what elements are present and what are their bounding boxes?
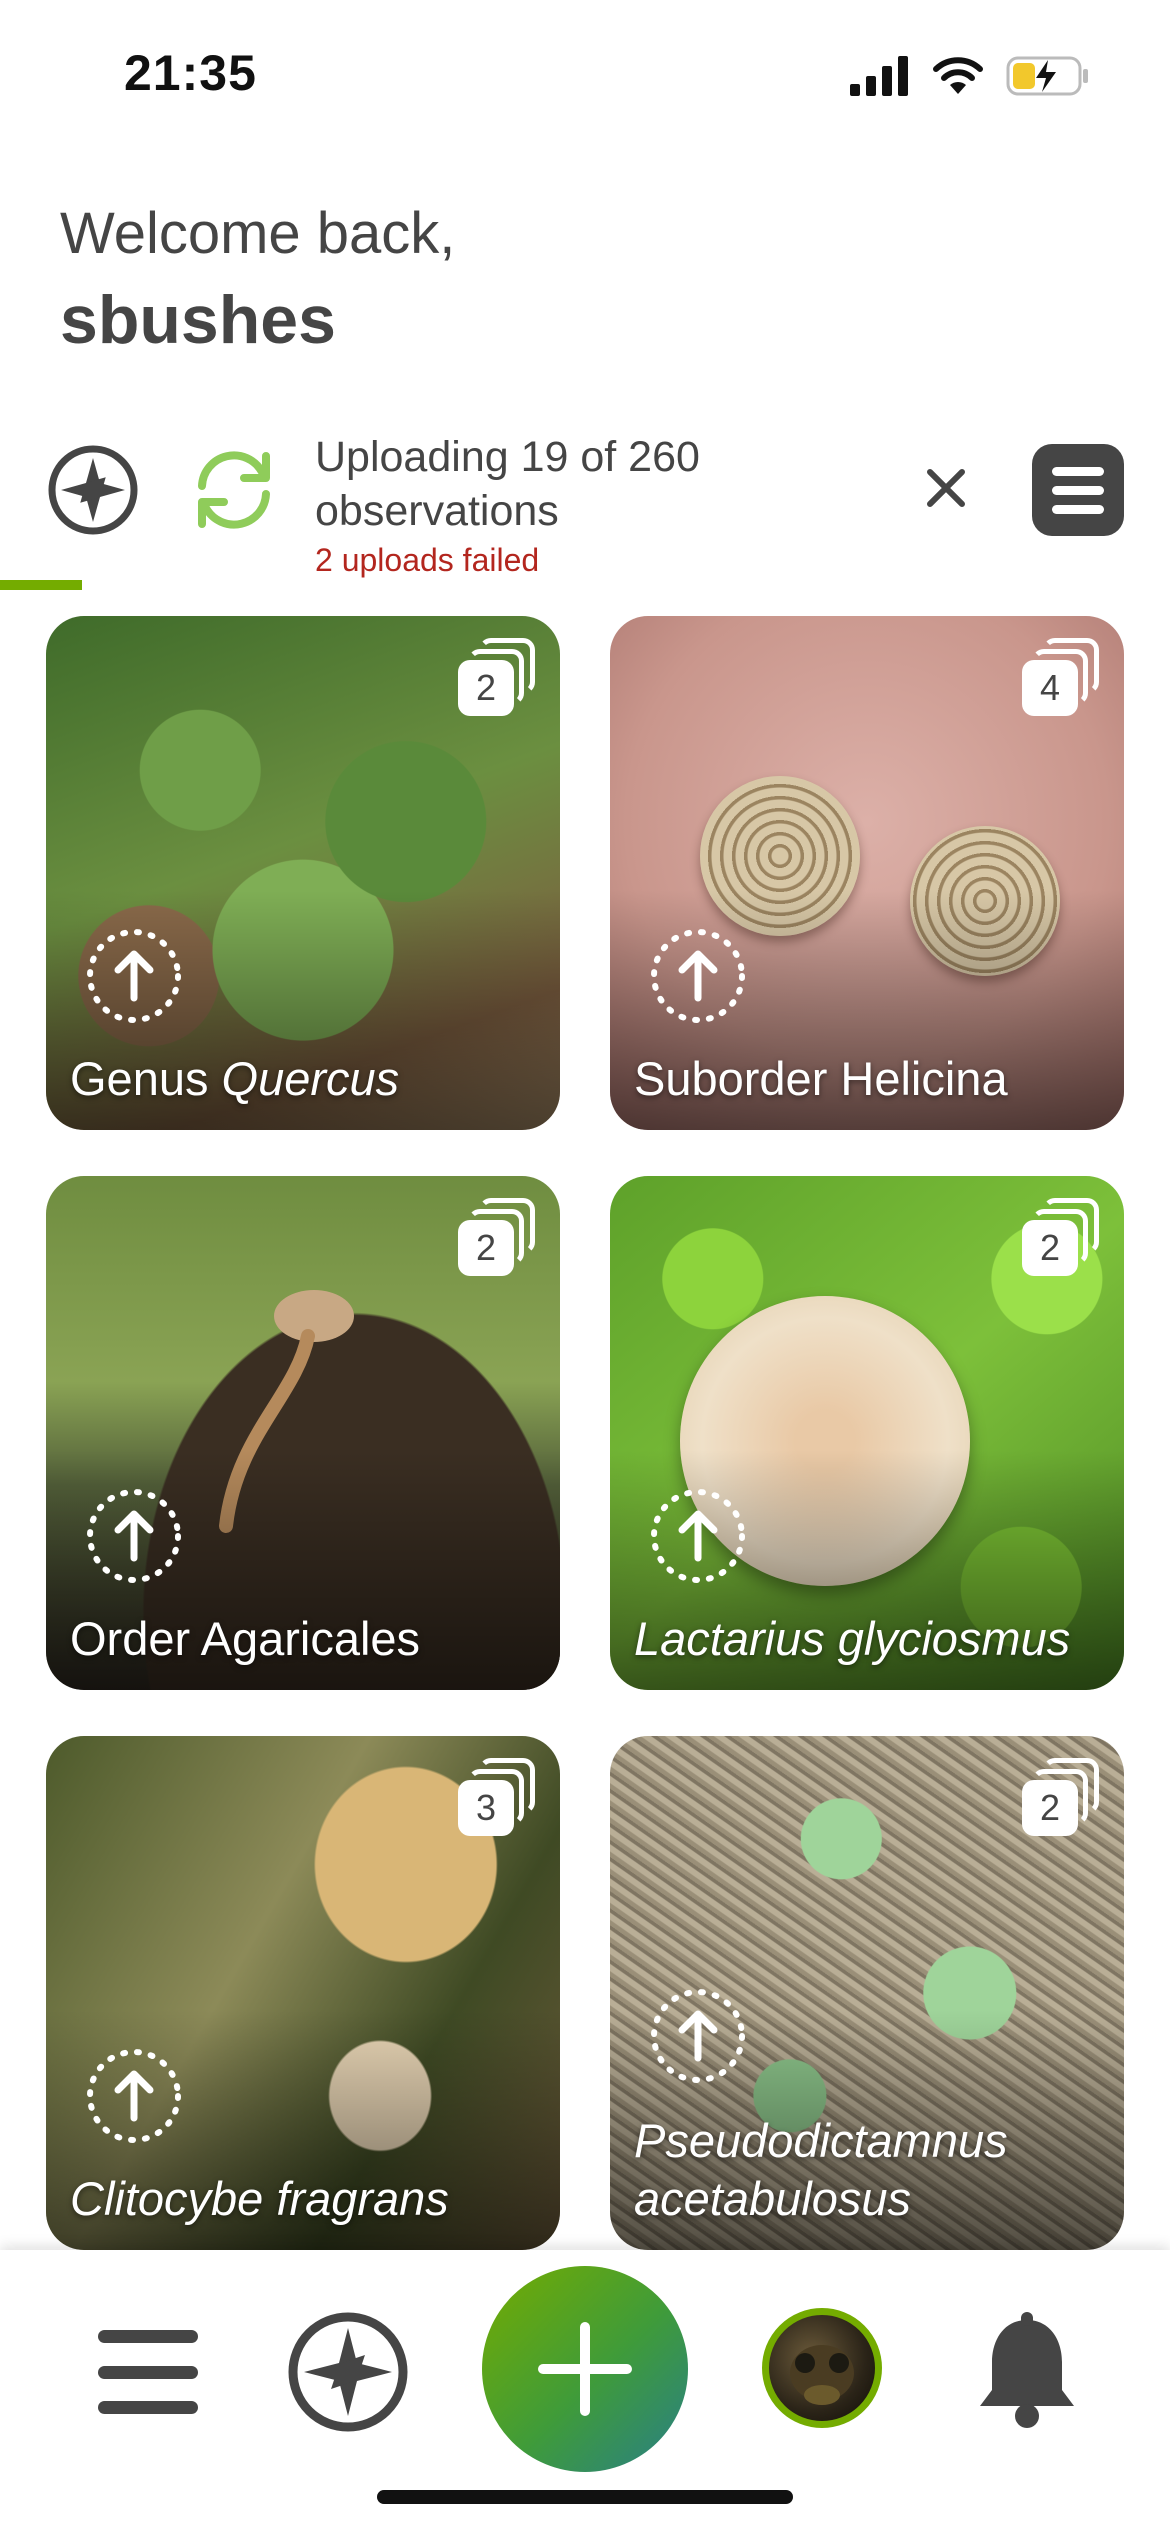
- upload-pending-icon: [87, 1489, 181, 1583]
- upload-pending-icon: [87, 2049, 181, 2143]
- upload-progress-fill: [0, 580, 82, 590]
- photo-count-badge: 3: [458, 1758, 538, 1838]
- observation-card[interactable]: 2 Lactarius glyciosmus: [610, 1176, 1124, 1690]
- home-indicator: [377, 2490, 793, 2504]
- screen: 21:35 Welcome back, sbushes Uploading 19…: [0, 0, 1170, 2532]
- bottom-nav: [0, 2250, 1170, 2532]
- upload-status-text: Uploading 19 of 260 observations: [315, 433, 700, 535]
- observation-name: Suborder Helicina: [634, 1052, 1008, 1105]
- welcome-header: Welcome back, sbushes: [60, 200, 455, 359]
- photo-count: 2: [1022, 1220, 1078, 1276]
- upload-toolbar: Uploading 19 of 260 observations 2 uploa…: [0, 420, 1170, 590]
- photo-count: 3: [458, 1780, 514, 1836]
- cellular-signal-icon: [850, 56, 908, 96]
- welcome-greeting: Welcome back,: [60, 201, 456, 266]
- close-icon[interactable]: [918, 460, 974, 516]
- sync-icon[interactable]: [186, 442, 282, 538]
- wifi-icon: [933, 57, 983, 94]
- observation-grid: 2 Genus Quercus 4 Suborder Helicina 2 Or…: [46, 616, 1124, 2250]
- status-icons: [850, 54, 1090, 98]
- upload-pending-icon: [87, 929, 181, 1023]
- explore-icon[interactable]: [286, 2310, 410, 2434]
- photo-count-badge: 2: [458, 1198, 538, 1278]
- observation-card[interactable]: 2 Pseudodictamnus acetabulosus: [610, 1736, 1124, 2250]
- battery-charging-icon: [1006, 56, 1088, 96]
- observation-name: Clitocybe fragrans: [70, 2172, 449, 2225]
- upload-progress-bar: [0, 580, 1170, 590]
- photo-count: 4: [1022, 660, 1078, 716]
- list-view-line: [1052, 466, 1104, 476]
- observation-card[interactable]: 4 Suborder Helicina: [610, 616, 1124, 1130]
- photo-count: 2: [458, 1220, 514, 1276]
- photo-count-badge: 4: [1022, 638, 1102, 718]
- upload-pending-icon: [651, 1989, 745, 2083]
- upload-pending-icon: [651, 1489, 745, 1583]
- avatar-image: [790, 2345, 854, 2405]
- list-view-toggle-button[interactable]: [1032, 444, 1124, 536]
- username: sbushes: [60, 282, 336, 358]
- observation-name: Genus Quercus: [70, 1052, 400, 1105]
- status-bar: 21:35: [0, 0, 1170, 150]
- photo-count-badge: 2: [1022, 1758, 1102, 1838]
- menu-icon[interactable]: [98, 2330, 198, 2414]
- explore-icon[interactable]: [47, 444, 139, 536]
- photo-count-badge: 2: [458, 638, 538, 718]
- upload-pending-icon: [651, 929, 745, 1023]
- upload-status: Uploading 19 of 260 observations 2 uploa…: [315, 430, 875, 580]
- status-time: 21:35: [124, 45, 257, 101]
- observation-card[interactable]: 2 Genus Quercus: [46, 616, 560, 1130]
- photo-count: 2: [1022, 1780, 1078, 1836]
- upload-failed-text[interactable]: 2 uploads failed: [315, 540, 875, 580]
- photo-count: 2: [458, 660, 514, 716]
- observation-name: Order Agaricales: [70, 1612, 421, 1665]
- plus-icon: [538, 2322, 632, 2416]
- list-view-line: [1052, 485, 1104, 495]
- observation-name: Lactarius glyciosmus: [634, 1612, 1071, 1665]
- photo-count-badge: 2: [1022, 1198, 1102, 1278]
- user-avatar[interactable]: [762, 2308, 882, 2428]
- notifications-bell-icon[interactable]: [972, 2312, 1082, 2432]
- add-observation-button[interactable]: [482, 2266, 688, 2472]
- list-view-line: [1052, 504, 1104, 514]
- observation-card[interactable]: 2 Order Agaricales: [46, 1176, 560, 1690]
- observation-name: Pseudodictamnus acetabulosus: [634, 2114, 1008, 2225]
- observation-card[interactable]: 3 Clitocybe fragrans: [46, 1736, 560, 2250]
